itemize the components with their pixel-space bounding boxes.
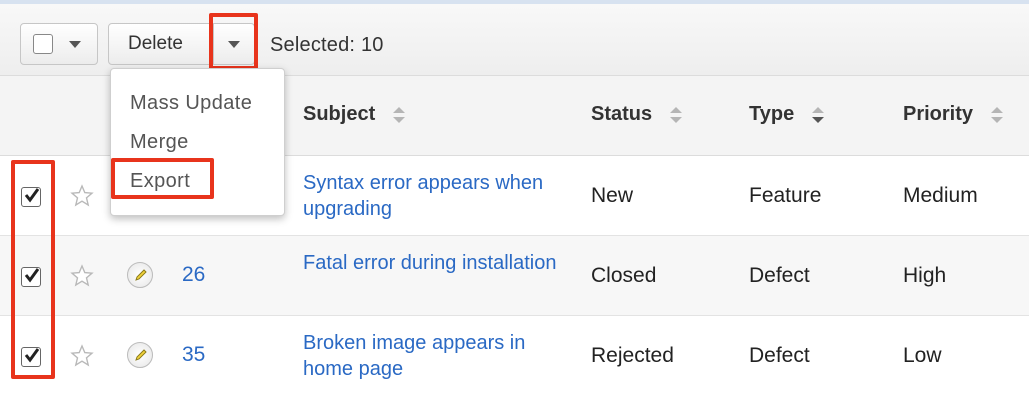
sort-icon <box>670 106 683 124</box>
row-checkbox[interactable] <box>21 187 41 207</box>
column-header-subject[interactable]: Subject <box>303 103 406 126</box>
sort-icon <box>812 106 825 124</box>
menu-item-mass-update[interactable]: Mass Update <box>130 92 252 115</box>
type-cell: Feature <box>749 184 822 207</box>
star-icon[interactable] <box>70 344 94 368</box>
column-label: Status <box>591 103 653 125</box>
chevron-down-icon[interactable] <box>69 40 81 48</box>
list-toolbar: Delete Selected: 10 <box>0 4 1029 76</box>
checkmark-icon <box>24 348 40 363</box>
row-checkbox[interactable] <box>21 267 41 287</box>
priority-cell: Low <box>903 344 942 367</box>
star-icon[interactable] <box>70 184 94 208</box>
priority-cell: High <box>903 264 947 287</box>
selected-count: Selected: 10 <box>270 34 384 57</box>
type-cell: Defect <box>749 344 810 367</box>
edit-button[interactable] <box>127 262 153 288</box>
selected-number: 10 <box>360 34 384 56</box>
chevron-down-icon[interactable] <box>228 40 240 48</box>
table-row: 26 Fatal error during installation Close… <box>0 236 1029 316</box>
actions-menu: Mass Update Merge Export <box>110 68 285 216</box>
checkmark-icon <box>24 268 40 283</box>
row-checkbox[interactable] <box>21 347 41 367</box>
pencil-icon <box>135 269 147 281</box>
column-label: Priority <box>903 103 974 125</box>
edit-button[interactable] <box>127 342 153 368</box>
select-all-dropdown[interactable] <box>20 23 98 65</box>
subject-link[interactable]: Fatal error during installation <box>303 250 573 276</box>
priority-cell: Medium <box>903 184 978 207</box>
subject-link[interactable]: Syntax error appears when upgrading <box>303 170 573 222</box>
delete-button[interactable]: Delete <box>109 24 214 64</box>
actions-dropdown-toggle[interactable] <box>214 24 254 64</box>
delete-button-group: Delete <box>108 23 255 65</box>
column-header-status[interactable]: Status <box>591 103 683 126</box>
checkmark-icon <box>24 188 40 203</box>
table-row: 35 Broken image appears in home page Rej… <box>0 316 1029 394</box>
pencil-icon <box>135 349 147 361</box>
status-cell: Closed <box>591 264 657 287</box>
column-header-priority[interactable]: Priority <box>903 103 1004 126</box>
column-label: Type <box>749 103 795 125</box>
star-icon[interactable] <box>70 264 94 288</box>
status-cell: Rejected <box>591 344 674 367</box>
menu-item-merge[interactable]: Merge <box>130 131 189 154</box>
menu-item-export[interactable]: Export <box>130 170 190 193</box>
column-label: Subject <box>303 103 376 125</box>
column-header-type[interactable]: Type <box>749 103 825 126</box>
sort-icon <box>393 106 406 124</box>
selected-label: Selected: <box>270 34 356 56</box>
record-number[interactable]: 35 <box>182 343 205 367</box>
sort-icon <box>991 106 1004 124</box>
type-cell: Defect <box>749 264 810 287</box>
select-all-checkbox[interactable] <box>33 34 53 54</box>
status-cell: New <box>591 184 634 207</box>
record-number[interactable]: 26 <box>182 263 205 287</box>
subject-link[interactable]: Broken image appears in home page <box>303 330 573 382</box>
